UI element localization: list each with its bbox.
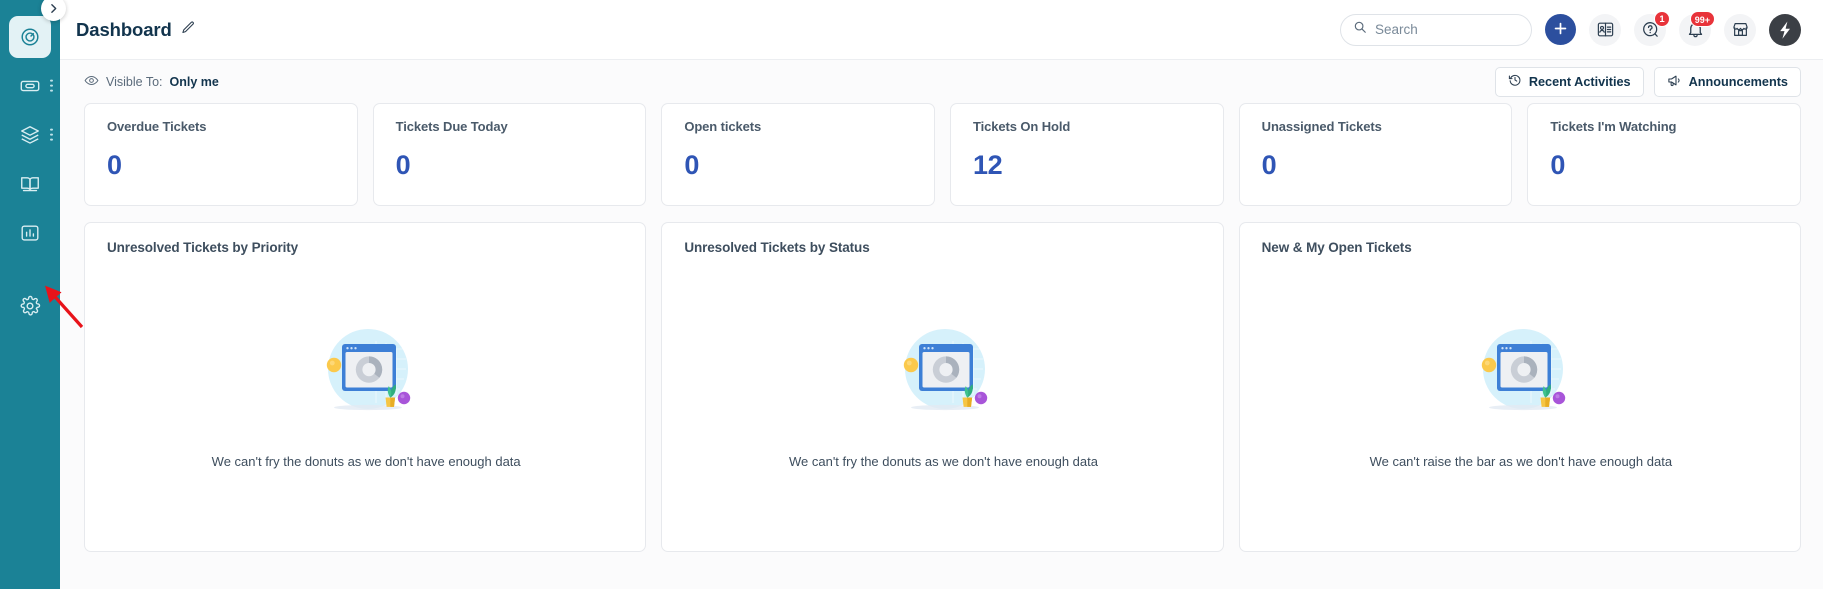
sidebar-tickets-more-icon[interactable]: [50, 79, 53, 92]
visible-to-value: Only me: [169, 74, 219, 89]
stat-value: 0: [1550, 150, 1565, 180]
stat-label: Overdue Tickets: [107, 119, 207, 134]
panel-title: Unresolved Tickets by Priority: [107, 240, 299, 255]
recent-activities-button[interactable]: Recent Activities: [1494, 66, 1644, 97]
announcements-button[interactable]: Announcements: [1653, 66, 1801, 97]
gear-icon[interactable]: [9, 285, 51, 327]
help-icon[interactable]: 1: [1634, 10, 1670, 46]
empty-state-message: We can't fry the donuts as we don't have…: [211, 454, 521, 469]
stat-value: 0: [684, 150, 699, 180]
search-input[interactable]: [1375, 22, 1519, 37]
stat-label: Tickets Due Today: [395, 119, 508, 134]
pencil-icon[interactable]: [181, 20, 196, 40]
stat-label: Unassigned Tickets: [1261, 119, 1382, 134]
dashboard-body: Overdue Tickets 0 Tickets Due Today 0 Op…: [60, 103, 1823, 589]
stat-card-tickets-due-today[interactable]: Tickets Due Today 0: [372, 103, 647, 206]
empty-state-message: We can't fry the donuts as we don't have…: [788, 454, 1098, 469]
stat-cards-row: Overdue Tickets 0 Tickets Due Today 0 Op…: [84, 103, 1801, 206]
sub-header-actions: Recent Activities Announcements: [1494, 66, 1801, 97]
notifications-badge: 99+: [1689, 10, 1715, 27]
add-new-button[interactable]: [1545, 14, 1576, 45]
stat-label: Open tickets: [684, 119, 762, 134]
book-icon[interactable]: [9, 163, 51, 205]
announcements-label: Announcements: [1688, 74, 1788, 89]
stat-value: 0: [107, 150, 122, 180]
eye-icon: [84, 73, 99, 91]
search-box[interactable]: [1340, 13, 1532, 46]
page-title-group: Dashboard: [76, 19, 196, 41]
stat-value: 12: [972, 150, 1003, 180]
page-title: Dashboard: [76, 18, 172, 40]
visibility-indicator: Visible To: Only me: [84, 73, 219, 91]
visible-to-label: Visible To:: [106, 74, 163, 89]
marketplace-icon[interactable]: [1724, 13, 1756, 46]
primary-sidebar: [0, 0, 84, 589]
stat-card-open-tickets[interactable]: Open tickets 0: [661, 103, 935, 206]
stat-card-unassigned-tickets[interactable]: Unassigned Tickets 0: [1238, 103, 1513, 206]
bar-chart-icon[interactable]: [9, 212, 51, 254]
history-clock-icon: [1508, 73, 1522, 90]
stat-label: Tickets I'm Watching: [1550, 119, 1677, 134]
chart-panels-row: Unresolved Tickets by Priority We can't …: [84, 222, 1801, 552]
sidebar-item-admin-settings[interactable]: [0, 281, 60, 330]
stat-value: 0: [1261, 150, 1277, 180]
gauge-icon[interactable]: [9, 15, 51, 58]
ticket-icon[interactable]: [9, 65, 51, 107]
top-header: Dashboard Search 1 99+: [60, 0, 1823, 60]
empty-bar-chart-illustration: [1467, 315, 1575, 428]
empty-donut-chart-illustration: [312, 315, 420, 428]
empty-state-message: We can't raise the bar as we don't have …: [1369, 454, 1673, 469]
sidebar-item-solutions[interactable]: [0, 110, 60, 159]
search-icon: [1353, 20, 1367, 39]
panel-empty-state: We can't fry the donuts as we don't have…: [684, 255, 1202, 551]
freshworks-switcher-icon[interactable]: [1769, 13, 1801, 46]
plus-icon: [1552, 20, 1569, 40]
empty-donut-chart-illustration: [889, 315, 997, 428]
stat-card-tickets-im-watching[interactable]: Tickets I'm Watching 0: [1527, 103, 1801, 206]
sidebar-item-tickets[interactable]: [0, 61, 60, 110]
help-badge: 1: [1654, 10, 1670, 27]
panel-unresolved-tickets-by-priority: Unresolved Tickets by Priority We can't …: [84, 222, 647, 552]
sidebar-item-reports[interactable]: [0, 208, 60, 257]
header-actions: 1 99+: [1340, 10, 1801, 46]
panel-title: Unresolved Tickets by Status: [684, 240, 870, 255]
panel-new-and-my-open-tickets: New & My Open Tickets We can't raise the…: [1238, 222, 1801, 552]
notifications-bell-icon[interactable]: 99+: [1679, 10, 1715, 46]
sub-header: Visible To: Only me Recent Activities An…: [60, 60, 1823, 103]
contacts-icon[interactable]: [1589, 13, 1621, 46]
panel-empty-state: We can't raise the bar as we don't have …: [1262, 255, 1780, 551]
layers-icon[interactable]: [9, 114, 51, 156]
sidebar-item-knowledge-base[interactable]: [0, 159, 60, 208]
stat-card-tickets-on-hold[interactable]: Tickets On Hold 12: [949, 103, 1224, 206]
panel-unresolved-tickets-by-status: Unresolved Tickets by Status We can't fr…: [661, 222, 1224, 552]
recent-activities-label: Recent Activities: [1528, 74, 1631, 89]
panel-title: New & My Open Tickets: [1261, 240, 1412, 255]
sidebar-solutions-more-icon[interactable]: [50, 128, 53, 141]
megaphone-icon: [1667, 73, 1682, 91]
main-region: Dashboard Search 1 99+ Visible To: Only …: [60, 0, 1823, 589]
panel-empty-state: We can't fry the donuts as we don't have…: [107, 255, 625, 551]
stat-label: Tickets On Hold: [972, 119, 1071, 134]
stat-value: 0: [395, 150, 411, 180]
stat-card-overdue-tickets[interactable]: Overdue Tickets 0: [84, 103, 358, 206]
dashboard-app: Dashboard Search 1 99+ Visible To: Only …: [0, 0, 1823, 589]
